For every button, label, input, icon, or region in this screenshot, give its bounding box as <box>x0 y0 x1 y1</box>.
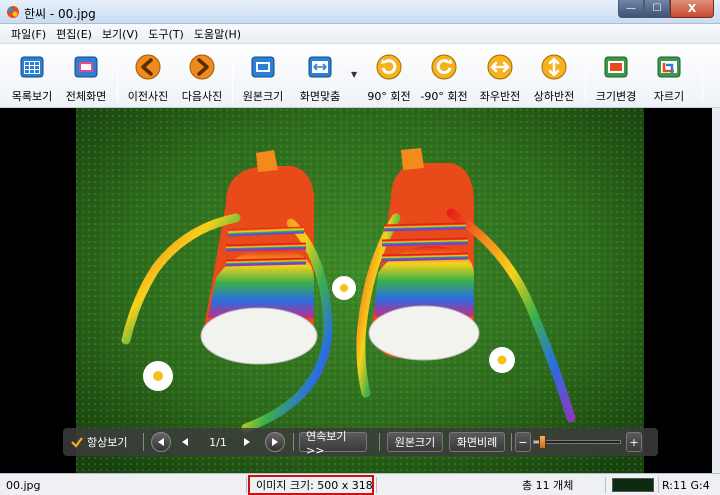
crop-button[interactable]: 자르기 <box>644 48 694 104</box>
slideshow-button[interactable]: 연속보기 >> <box>299 430 367 457</box>
flip-horizontal-icon <box>485 52 515 82</box>
previous-image-button[interactable] <box>177 432 193 452</box>
menu-edit[interactable]: 편집(E) <box>51 26 97 42</box>
title-bar: 한씨 - 00.jpg — ☐ X <box>0 0 720 24</box>
previous-photo-button[interactable]: 이전사진 <box>122 48 174 104</box>
previous-arrow-icon <box>133 52 163 82</box>
fit-screen-label: 화면맞춤 <box>299 90 341 103</box>
previous-photo-label: 이전사진 <box>127 90 169 103</box>
rotate-ccw-icon <box>429 52 459 82</box>
rotate-90-button[interactable]: 90° 회전 <box>362 48 416 104</box>
next-photo-label: 다음사진 <box>181 90 223 103</box>
small-caret-left-icon <box>182 438 188 446</box>
window-title: 한씨 - 00.jpg <box>24 7 96 21</box>
caret-left-icon <box>158 438 164 446</box>
original-size-icon <box>248 52 278 82</box>
image-viewer[interactable] <box>0 108 712 473</box>
fullscreen-button[interactable]: 전체화면 <box>60 48 112 104</box>
resize-label: 크기변경 <box>595 90 637 103</box>
flip-horizontal-button[interactable]: 좌우반전 <box>474 48 526 104</box>
first-image-button[interactable] <box>151 432 171 452</box>
status-image-size: 이미지 크기: 500 x 318 <box>256 479 373 492</box>
status-separator <box>658 477 659 493</box>
fullscreen-label: 전체화면 <box>65 90 107 103</box>
toolbar-separator <box>117 50 118 102</box>
list-view-label: 목록보기 <box>11 90 53 103</box>
flip-vertical-icon <box>539 52 569 82</box>
menu-file[interactable]: 파일(F) <box>6 26 51 42</box>
zoom-slider-thumb[interactable] <box>538 435 546 449</box>
next-arrow-icon <box>187 52 217 82</box>
original-size-overlay-button[interactable]: 원본크기 <box>387 432 443 452</box>
original-size-label: 원본크기 <box>242 90 284 103</box>
thumbnail-list-icon <box>17 52 47 82</box>
list-view-button[interactable]: 목록보기 <box>6 48 58 104</box>
vertical-scroll-strip[interactable] <box>712 108 720 473</box>
rotate-90-label: 90° 회전 <box>367 90 411 103</box>
fullscreen-icon <box>71 52 101 82</box>
caret-right-icon <box>272 438 278 446</box>
photo-image <box>76 108 644 473</box>
next-photo-button[interactable]: 다음사진 <box>176 48 228 104</box>
menu-view[interactable]: 보기(V) <box>97 26 143 42</box>
zoom-slider-track[interactable] <box>533 440 621 444</box>
last-image-button[interactable] <box>265 432 285 452</box>
status-filename: 00.jpg <box>6 478 41 492</box>
always-show-label: 항상보기 <box>87 436 128 449</box>
status-separator <box>376 477 377 493</box>
daisy-flower <box>332 276 356 300</box>
status-separator <box>605 477 606 493</box>
page-indicator: 1/1 <box>209 435 227 449</box>
status-pixel-info: R:11 G:4 <box>662 478 710 492</box>
flip-vertical-button[interactable]: 상하반전 <box>528 48 580 104</box>
menu-bar: 파일(F) 편집(E) 보기(V) 도구(T) 도움말(H) <box>0 24 720 44</box>
app-icon[interactable] <box>6 5 20 19</box>
resize-button[interactable]: 크기변경 <box>590 48 642 104</box>
zoom-out-button[interactable]: − <box>515 432 531 452</box>
rotate-minus-90-label: -90° 회전 <box>420 90 468 103</box>
small-caret-right-icon <box>244 438 250 446</box>
fit-screen-dropdown-arrow[interactable]: ▼ <box>351 70 357 79</box>
minimize-button[interactable]: — <box>618 0 644 18</box>
control-separator <box>379 433 380 451</box>
status-bar: 00.jpg 이미지 크기: 500 x 318 총 11 개체 R:11 G:… <box>0 473 720 495</box>
zoom-in-button[interactable]: + <box>626 432 642 452</box>
original-size-button[interactable]: 원본크기 <box>237 48 289 104</box>
control-separator <box>293 433 294 451</box>
flip-horizontal-label: 좌우반전 <box>479 90 521 103</box>
toolbar: 목록보기 전체화면 이전사진 다음사진 원본크기 화면맞춤 ▼ 90° 회전 -… <box>0 44 720 108</box>
toolbar-separator <box>585 50 586 102</box>
menu-help[interactable]: 도움말(H) <box>189 26 246 42</box>
status-separator <box>246 477 247 493</box>
control-separator <box>511 433 512 451</box>
control-separator <box>143 433 144 451</box>
close-button[interactable]: X <box>670 0 714 18</box>
flip-vertical-label: 상하반전 <box>533 90 575 103</box>
rotate-minus-90-button[interactable]: -90° 회전 <box>416 48 472 104</box>
crop-label: 자르기 <box>653 90 685 103</box>
maximize-button[interactable]: ☐ <box>644 0 670 18</box>
color-swatch <box>612 478 654 492</box>
fit-ratio-overlay-button[interactable]: 화면비례 <box>449 432 505 452</box>
rotate-cw-icon <box>374 52 404 82</box>
viewer-control-bar: 항상보기 1/1 연속보기 >> 원본크기 화면비례 − + <box>63 428 658 457</box>
next-image-button[interactable] <box>239 432 255 452</box>
window-controls: — ☐ X <box>618 0 714 18</box>
check-icon <box>71 437 83 448</box>
status-total-count: 총 11 개체 <box>522 479 574 492</box>
resize-icon <box>601 52 631 82</box>
toolbar-separator <box>702 50 703 102</box>
fit-screen-icon <box>305 52 335 82</box>
toolbar-separator <box>232 50 233 102</box>
crop-icon <box>654 52 684 82</box>
always-show-checkbox[interactable] <box>69 432 85 452</box>
menu-tools[interactable]: 도구(T) <box>143 26 189 42</box>
fit-screen-button[interactable]: 화면맞춤 <box>294 48 346 104</box>
